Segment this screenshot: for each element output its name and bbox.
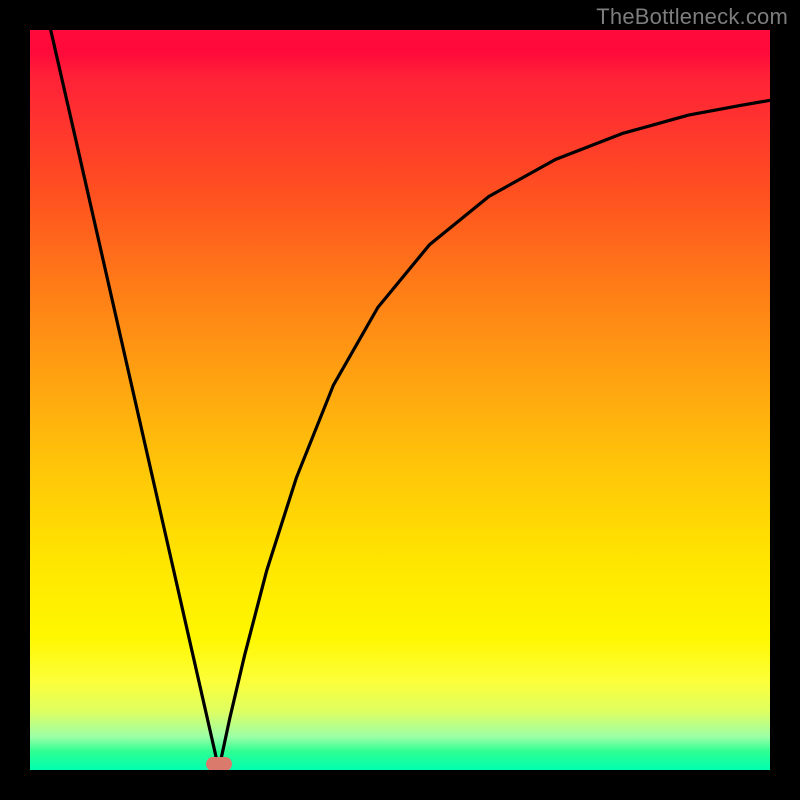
attribution-text: TheBottleneck.com	[596, 4, 788, 30]
curve-path	[51, 30, 770, 770]
plot-area	[30, 30, 770, 770]
chart-frame: TheBottleneck.com	[0, 0, 800, 800]
bottleneck-curve	[30, 30, 770, 770]
optimal-point-marker	[206, 757, 232, 770]
